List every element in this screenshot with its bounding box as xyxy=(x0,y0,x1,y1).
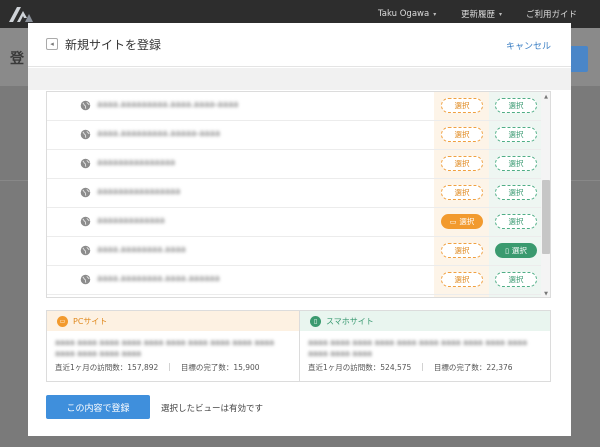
logo-icon xyxy=(9,7,33,22)
site-row: aaaa.aaaaaaaaa.aaaa.aaaa-aaaa 選択 選択 xyxy=(47,92,541,121)
footer-note: 選択したビューは有効です xyxy=(161,404,264,414)
sp-stats: 直近1ヶ月の訪問数：524,575 | 目標の完了数：22,376 xyxy=(308,362,542,373)
chevron-left-icon: ◂ xyxy=(50,40,54,48)
select-pc-label: 選択 xyxy=(454,188,470,197)
desktop-icon: ▭ xyxy=(449,217,457,226)
site-name: aaaa.aaaaaaaaa.aaaa.aaaa-aaaa xyxy=(97,100,239,110)
changelog-label: 更新履歴 xyxy=(461,10,496,20)
select-sp-button[interactable]: ▯ 選択 xyxy=(495,243,537,258)
select-pc-button[interactable]: 選択 xyxy=(441,272,483,287)
select-pc-button[interactable]: 選択 xyxy=(441,98,483,113)
select-sp-button[interactable]: 選択 xyxy=(495,98,537,113)
back-button[interactable]: ◂ xyxy=(46,38,58,50)
background-primary-button xyxy=(568,46,588,72)
site-name: aaaaaaaaaaaaaaaa xyxy=(97,187,181,197)
globe-icon xyxy=(80,100,91,111)
chevron-down-icon: ▾ xyxy=(499,10,503,18)
select-sp-label: 選択 xyxy=(508,188,524,197)
smartphone-icon: ▯ xyxy=(310,315,321,327)
select-pc-label: 選択 xyxy=(454,246,470,255)
site-row: aaaaaaaaaaaaaaa 選択 選択 xyxy=(47,150,541,179)
select-pc-button[interactable]: 選択 xyxy=(441,243,483,258)
cancel-link[interactable]: キャンセル xyxy=(506,39,551,52)
pc-site-panel: ▭ PCサイト aaaa aaaa aaaa aaaa aaaa aaaa aa… xyxy=(47,311,300,381)
separator: | xyxy=(421,362,424,371)
globe-icon xyxy=(80,129,91,140)
select-pc-label: 選択 xyxy=(459,217,475,226)
site-row: aaaaaaaaaaaaaaaa 選択 選択 xyxy=(47,179,541,208)
site-row: aaaa.aaaaaaaa.aaaa.aaaaaa 選択 選択 xyxy=(47,266,541,295)
scroll-thumb[interactable] xyxy=(542,180,550,254)
site-name: aaaaaaaaaaaaa xyxy=(97,216,165,226)
modal-subheader xyxy=(28,68,571,90)
chevron-down-icon: ▾ xyxy=(433,10,437,18)
select-pc-label: 選択 xyxy=(454,159,470,168)
scroll-up-arrow-icon[interactable]: ▲ xyxy=(542,93,550,101)
site-row: aaaaaaaaaaaaa ▭ 選択 選択 xyxy=(47,208,541,237)
sp-site-name: aaaa aaaa aaaa aaaa aaaa aaaa aaaa aaaa … xyxy=(308,338,527,358)
globe-icon xyxy=(80,158,91,169)
sp-panel-title: スマホサイト xyxy=(326,316,374,326)
pc-panel-title: PCサイト xyxy=(73,316,108,326)
pc-panel-header: ▭ PCサイト xyxy=(47,311,299,331)
page-title: 登 xyxy=(10,51,24,67)
site-name: aaaa.aaaaaaaa.aaaa xyxy=(97,245,186,255)
scrollbar[interactable]: ▲ ▼ xyxy=(541,92,550,297)
select-pc-label: 選択 xyxy=(454,275,470,284)
guide-label: ご利用ガイド xyxy=(526,10,578,20)
site-name: aaaa.aaaaaaaaa.aaaaa-aaaa xyxy=(97,129,221,139)
site-row: aaaa.aaaaaaaa.aaaa 選択 ▯ 選択 xyxy=(47,237,541,266)
globe-icon xyxy=(80,274,91,285)
sp-goals: 目標の完了数：22,376 xyxy=(433,363,513,372)
select-pc-label: 選択 xyxy=(454,101,470,110)
site-name: aaaa.aaaaaaaa.aaaa.aaaaaa xyxy=(97,274,220,284)
select-sp-label: 選択 xyxy=(508,217,524,226)
select-sp-label: 選択 xyxy=(511,246,527,255)
sp-panel-header: ▯ スマホサイト xyxy=(300,311,550,331)
scroll-down-arrow-icon[interactable]: ▼ xyxy=(542,290,550,297)
select-sp-button[interactable]: 選択 xyxy=(495,185,537,200)
select-pc-button[interactable]: 選択 xyxy=(441,156,483,171)
modal-title: 新規サイトを登録 xyxy=(65,38,162,52)
smartphone-icon: ▯ xyxy=(505,246,509,255)
pc-goals: 目標の完了数：15,900 xyxy=(180,363,260,372)
register-site-modal: ◂ 新規サイトを登録 キャンセル aaaa.aaaaaaaaa.aaaa.aaa… xyxy=(28,23,571,436)
desktop-icon: ▭ xyxy=(57,315,68,327)
site-row: aaaa.aaaaaaaaa.aaaaa-aaaa 選択 選択 xyxy=(47,121,541,150)
user-name: Taku Ogawa xyxy=(378,9,430,19)
pc-visits: 直近1ヶ月の訪問数：157,892 xyxy=(55,363,159,372)
select-sp-label: 選択 xyxy=(508,130,524,139)
pc-site-name: aaaa aaaa aaaa aaaa aaaa aaaa aaaa aaaa … xyxy=(55,338,274,358)
site-list: aaaa.aaaaaaaaa.aaaa.aaaa-aaaa 選択 選択 aaaa.aa… xyxy=(46,91,551,298)
select-sp-button[interactable]: 選択 xyxy=(495,127,537,142)
modal-header: ◂ 新規サイトを登録 キャンセル xyxy=(28,23,571,67)
submit-button[interactable]: この内容で登録 xyxy=(46,395,150,419)
select-sp-button[interactable]: 選択 xyxy=(495,156,537,171)
pc-stats: 直近1ヶ月の訪問数：157,892 | 目標の完了数：15,900 xyxy=(55,362,291,373)
select-sp-button[interactable]: 選択 xyxy=(495,214,537,229)
select-sp-label: 選択 xyxy=(508,275,524,284)
globe-icon xyxy=(80,187,91,198)
select-pc-label: 選択 xyxy=(454,130,470,139)
select-sp-label: 選択 xyxy=(508,101,524,110)
separator: | xyxy=(168,362,171,371)
select-pc-button[interactable]: 選択 xyxy=(441,185,483,200)
select-sp-label: 選択 xyxy=(508,159,524,168)
selection-summary: ▭ PCサイト aaaa aaaa aaaa aaaa aaaa aaaa aa… xyxy=(46,310,551,382)
sp-site-panel: ▯ スマホサイト aaaa aaaa aaaa aaaa aaaa aaaa a… xyxy=(300,311,550,381)
select-pc-button[interactable]: 選択 xyxy=(441,127,483,142)
select-sp-button[interactable]: 選択 xyxy=(495,272,537,287)
globe-icon xyxy=(80,245,91,256)
site-name: aaaaaaaaaaaaaaa xyxy=(97,158,176,168)
sp-visits: 直近1ヶ月の訪問数：524,575 xyxy=(308,363,412,372)
select-pc-button[interactable]: ▭ 選択 xyxy=(441,214,483,229)
globe-icon xyxy=(80,216,91,227)
